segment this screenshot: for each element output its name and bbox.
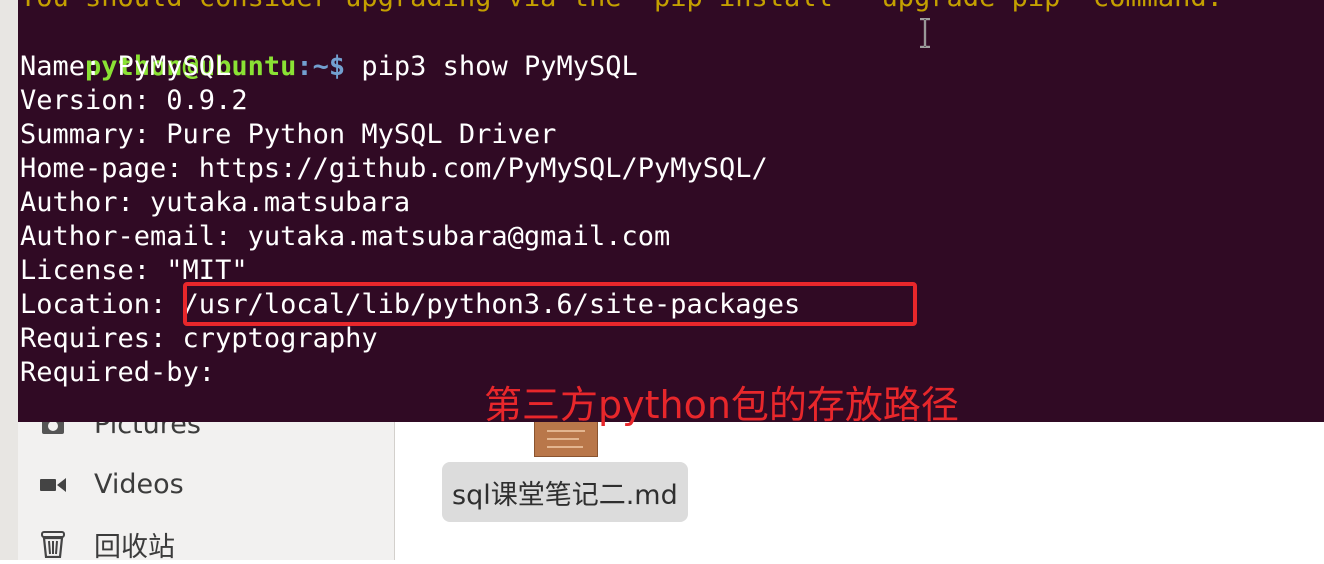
sidebar-item-trash[interactable]: 回收站 [40,524,175,564]
ibeam-cursor-icon [920,18,930,48]
output-line-requires: Requires: cryptography [20,323,378,354]
sidebar-item-videos[interactable]: Videos [40,464,184,504]
output-line-summary: Summary: Pure Python MySQL Driver [20,119,557,150]
sidebar-item-label: Videos [94,468,184,500]
prompt-path: :~$ [296,51,346,82]
output-line-name: Name: PyMySQL [20,51,232,82]
command-text: pip3 show PyMySQL [345,51,638,82]
output-line-version: Version: 0.9.2 [20,85,248,116]
output-line-author: Author: yutaka.matsubara [20,187,411,218]
terminal-prompt-line[interactable]: python@ubuntu:~$ [20,390,377,422]
output-line-homepage: Home-page: https://github.com/PyMySQL/Py… [20,153,768,184]
file-label-box: sql课堂笔记二.md [442,462,688,522]
file-name: sql课堂笔记二.md [452,479,678,511]
terminal-window[interactable]: You should consider upgrading via the 'p… [18,0,1324,422]
location-highlight-box [183,282,917,326]
video-icon [40,471,66,497]
launcher-edge [0,0,19,560]
output-line-author-email: Author-email: yutaka.matsubara@gmail.com [20,221,671,252]
output-line-required-by: Required-by: [20,357,216,388]
file-item[interactable]: sql课堂笔记二.md [442,420,698,540]
sidebar-item-label: 回收站 [94,531,175,563]
terminal-cut-line: You should consider upgrading via the 'p… [20,0,1223,15]
trash-icon [40,531,66,558]
file-manager-sidebar: Pictures Videos 回收站 [18,409,395,563]
annotation-label: 第三方python包的存放路径 [484,383,959,427]
